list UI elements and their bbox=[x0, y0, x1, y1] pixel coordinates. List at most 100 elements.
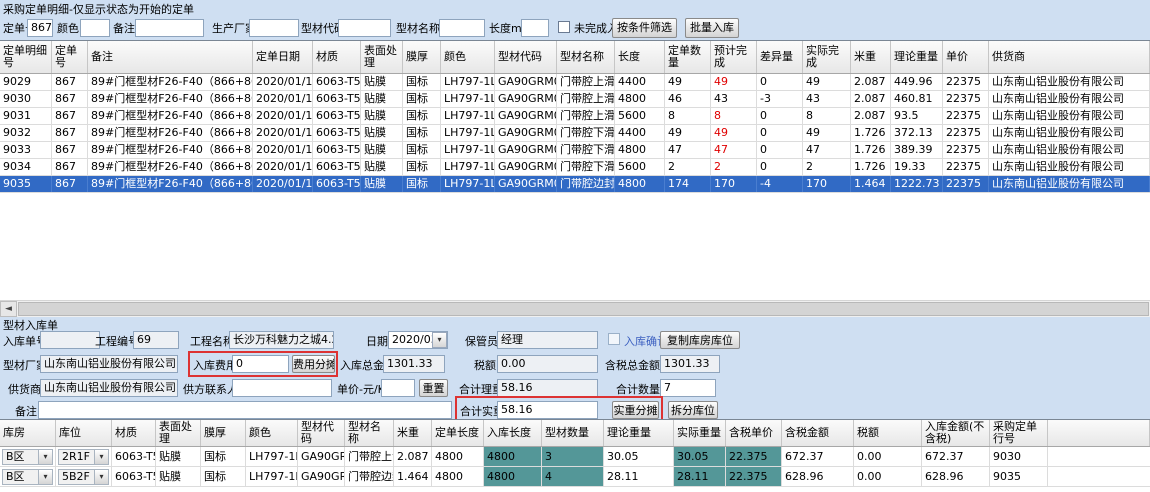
column-header[interactable]: 定单数量 bbox=[665, 41, 711, 73]
column-header[interactable]: 入库金额(不含税) bbox=[922, 420, 990, 446]
column-header[interactable]: 库位 bbox=[56, 420, 112, 446]
column-header[interactable]: 材质 bbox=[112, 420, 156, 446]
factory-input[interactable]: 山东南山铝业股份有限公司 bbox=[40, 355, 178, 373]
unit-price-input[interactable] bbox=[381, 379, 415, 397]
project-no-input[interactable]: 69 bbox=[133, 331, 179, 349]
split-location-button[interactable]: 拆分库位 bbox=[668, 401, 718, 419]
remark-input[interactable] bbox=[38, 401, 452, 419]
column-header[interactable]: 型材代码 bbox=[298, 420, 345, 446]
column-header[interactable]: 材质 bbox=[313, 41, 361, 73]
chevron-down-icon[interactable]: ▾ bbox=[38, 450, 52, 464]
filter-by-condition-button[interactable]: 按条件筛选 bbox=[612, 18, 677, 38]
column-header[interactable]: 理论重量 bbox=[891, 41, 943, 73]
column-header[interactable]: 长度 bbox=[615, 41, 665, 73]
column-header[interactable]: 米重 bbox=[394, 420, 432, 446]
total-theory-input[interactable]: 58.16 bbox=[497, 379, 598, 397]
column-header[interactable]: 颜色 bbox=[441, 41, 495, 73]
column-header[interactable]: 差异量 bbox=[757, 41, 803, 73]
cell: 国标 bbox=[403, 176, 441, 192]
profile-name-filter-label: 型材名称 bbox=[396, 22, 440, 36]
actual-allocate-button[interactable]: 实重分摊 bbox=[612, 401, 659, 419]
horizontal-scrollbar[interactable]: ◄ bbox=[0, 300, 1150, 317]
remark-filter-input[interactable] bbox=[135, 19, 204, 37]
column-header[interactable]: 实际重量 bbox=[674, 420, 726, 446]
cell[interactable]: B区 ▾ bbox=[0, 467, 56, 486]
unfinished-checkbox[interactable] bbox=[558, 21, 570, 33]
fee-allocate-button[interactable]: 费用分摊 bbox=[292, 355, 335, 373]
column-header[interactable]: 颜色 bbox=[246, 420, 298, 446]
cell: 47 bbox=[711, 142, 757, 158]
table-row[interactable]: 903586789#门框型材F26-F40（866+867）2020/01/13… bbox=[0, 176, 1150, 193]
column-header[interactable]: 膜厚 bbox=[201, 420, 246, 446]
column-header[interactable]: 型材名称 bbox=[557, 41, 615, 73]
column-header[interactable]: 表面处理 bbox=[361, 41, 403, 73]
profile-code-filter-input[interactable] bbox=[338, 19, 391, 37]
column-header[interactable]: 含税单价 bbox=[726, 420, 782, 446]
cell[interactable]: 5B2F▾ bbox=[56, 467, 112, 486]
table-row[interactable]: B区▾2R1F▾6063-T5贴膜国标LH797-1LL0GA90GRM03门带… bbox=[0, 447, 1150, 467]
order-no-input[interactable]: 867 bbox=[27, 19, 53, 37]
cell: 9030 bbox=[0, 91, 52, 107]
column-header[interactable]: 单价 bbox=[943, 41, 989, 73]
column-header[interactable]: 型材数量 bbox=[542, 420, 604, 446]
scrollbar-thumb[interactable] bbox=[18, 302, 1149, 316]
column-header[interactable]: 入库长度 bbox=[484, 420, 542, 446]
column-header[interactable]: 实际完成 bbox=[803, 41, 851, 73]
table-row[interactable]: 903486789#门框型材F26-F40（866+867）2020/01/13… bbox=[0, 159, 1150, 176]
column-header[interactable]: 理论重量 bbox=[604, 420, 674, 446]
total-actual-input[interactable]: 58.16 bbox=[497, 401, 598, 419]
inbound-confirm-checkbox[interactable] bbox=[608, 333, 620, 345]
copy-warehouse-button[interactable]: 复制库房库位 bbox=[660, 331, 740, 349]
supplier-input[interactable]: 山东南山铝业股份有限公司 bbox=[40, 379, 178, 397]
total-with-tax-input[interactable]: 1301.33 bbox=[660, 355, 720, 373]
column-header[interactable]: 表面处理 bbox=[156, 420, 201, 446]
table-row[interactable]: 902986789#门框型材F26-F40（866+867）2020/01/13… bbox=[0, 74, 1150, 91]
table-row[interactable]: 903286789#门框型材F26-F40（866+867）2020/01/13… bbox=[0, 125, 1150, 142]
inbound-detail-grid: 库房库位材质表面处理膜厚颜色型材代码型材名称米重定单长度入库长度型材数量理论重量… bbox=[0, 419, 1150, 492]
column-header[interactable]: 米重 bbox=[851, 41, 891, 73]
cell: 22375 bbox=[943, 142, 989, 158]
date-dropdown-icon[interactable]: ▾ bbox=[432, 332, 447, 348]
table-row[interactable]: 903186789#门框型材F26-F40（866+867）2020/01/13… bbox=[0, 108, 1150, 125]
column-header[interactable]: 供货商 bbox=[989, 41, 1150, 73]
project-name-input[interactable]: 长沙万科魅力之城4.2期 bbox=[229, 331, 334, 349]
column-header[interactable]: 定单明细号 bbox=[0, 41, 52, 73]
cell: 389.39 bbox=[891, 142, 943, 158]
column-header[interactable]: 定单日期 bbox=[253, 41, 313, 73]
column-header[interactable]: 定单长度 bbox=[432, 420, 484, 446]
inbound-no-input[interactable] bbox=[40, 331, 100, 349]
cell: 1.726 bbox=[851, 142, 891, 158]
column-header[interactable]: 型材代码 bbox=[495, 41, 557, 73]
dropdown-value: B区 bbox=[6, 470, 25, 484]
chevron-down-icon[interactable]: ▾ bbox=[94, 470, 108, 484]
batch-inbound-button[interactable]: 批量入库 bbox=[685, 18, 739, 38]
column-header[interactable]: 采购定单行号 bbox=[990, 420, 1048, 446]
manufacturer-input[interactable] bbox=[249, 19, 299, 37]
column-header[interactable]: 预计完成 bbox=[711, 41, 757, 73]
color-filter-input[interactable] bbox=[80, 19, 110, 37]
table-row[interactable]: 903386789#门框型材F26-F40（866+867）2020/01/13… bbox=[0, 142, 1150, 159]
profile-name-filter-input[interactable] bbox=[439, 19, 485, 37]
column-header[interactable]: 膜厚 bbox=[403, 41, 441, 73]
table-row[interactable]: 903086789#门框型材F26-F40（866+867）2020/01/13… bbox=[0, 91, 1150, 108]
keeper-input[interactable]: 经理 bbox=[497, 331, 598, 349]
column-header[interactable]: 型材名称 bbox=[345, 420, 394, 446]
scroll-left-icon[interactable]: ◄ bbox=[0, 301, 17, 317]
chevron-down-icon[interactable]: ▾ bbox=[38, 470, 52, 484]
table-row[interactable]: B区▾5B2F▾6063-T5贴膜国标LH797-1LL0GA90GRM05门带… bbox=[0, 467, 1150, 487]
column-header[interactable]: 备注 bbox=[88, 41, 253, 73]
chevron-down-icon[interactable]: ▾ bbox=[94, 450, 108, 464]
cell[interactable]: B区▾ bbox=[0, 447, 56, 466]
column-header[interactable]: 库房 bbox=[0, 420, 56, 446]
total-qty-input[interactable]: 7 bbox=[660, 379, 716, 397]
total-amount-input[interactable]: 1301.33 bbox=[383, 355, 445, 373]
column-header[interactable]: 定单号 bbox=[52, 41, 88, 73]
column-header[interactable]: 含税金额 bbox=[782, 420, 854, 446]
cell[interactable]: 2R1F▾ bbox=[56, 447, 112, 466]
fee-input[interactable]: 0 bbox=[232, 355, 289, 373]
reset-button[interactable]: 重置 bbox=[419, 379, 448, 397]
length-filter-input[interactable] bbox=[521, 19, 549, 37]
contact-input[interactable] bbox=[232, 379, 332, 397]
column-header[interactable]: 税额 bbox=[854, 420, 922, 446]
tax-input[interactable]: 0.00 bbox=[497, 355, 598, 373]
